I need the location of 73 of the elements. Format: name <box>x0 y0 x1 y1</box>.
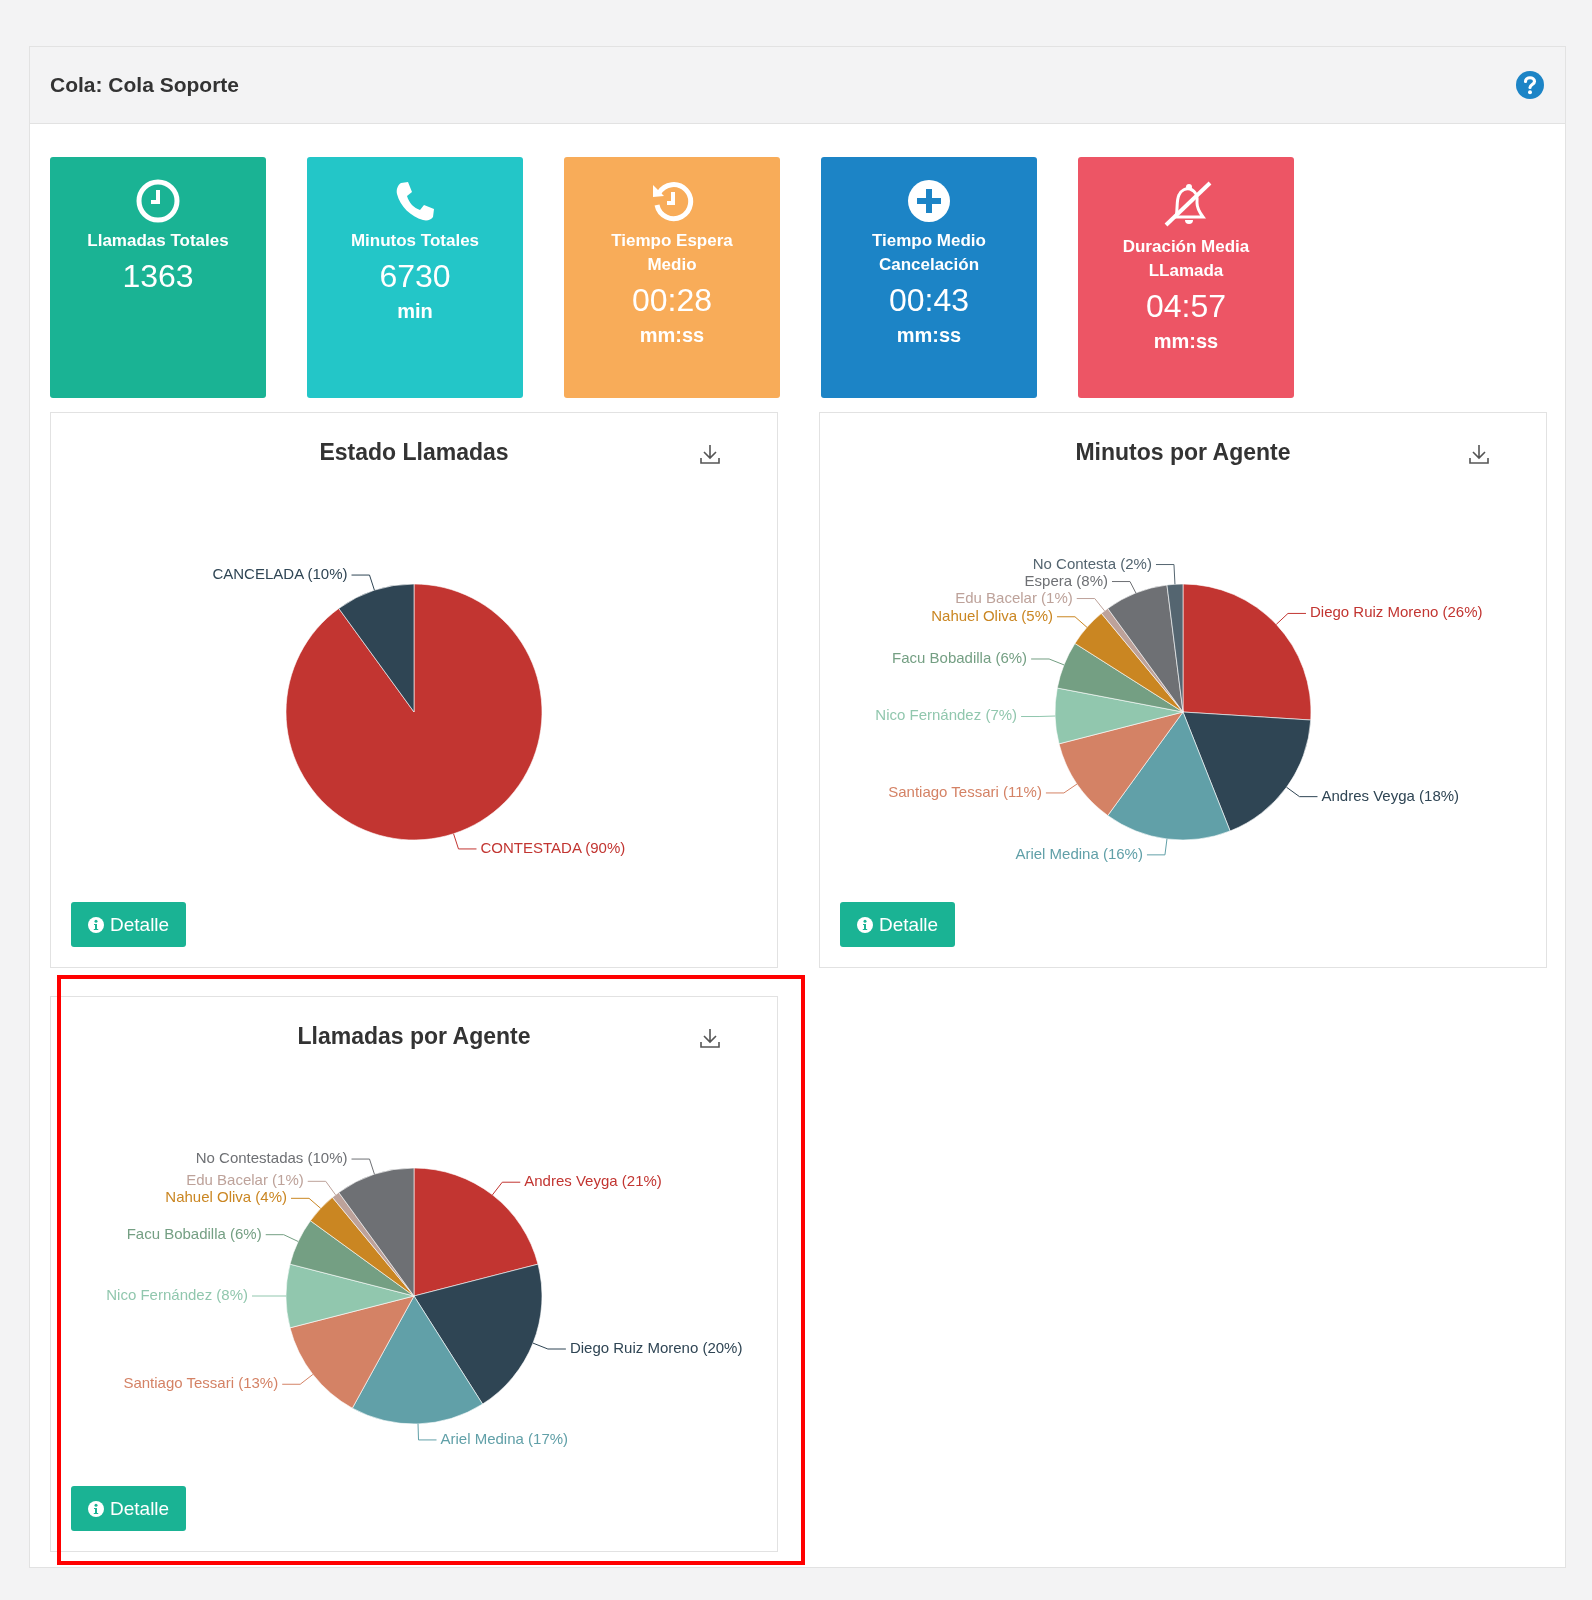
leader-line <box>1056 616 1088 628</box>
stat-title: Minutos Totales <box>349 230 481 252</box>
leader-line <box>351 574 375 591</box>
leader-line <box>290 1197 322 1209</box>
leader-line <box>1076 598 1106 612</box>
stat-title: Duración Media LLamada <box>1121 236 1251 282</box>
leader-line <box>1111 581 1137 594</box>
clock-icon <box>136 179 180 223</box>
leader-line <box>1146 838 1168 856</box>
leader-line <box>491 1181 521 1196</box>
leader-line <box>307 1180 337 1196</box>
leader-line <box>351 1158 375 1175</box>
download-icon[interactable] <box>699 1027 721 1049</box>
download-icon[interactable] <box>1468 443 1490 465</box>
slice-label: Facu Bobadilla (6%) <box>126 1224 262 1242</box>
panel-title: Cola: Cola Soporte <box>50 73 239 97</box>
leader-line <box>1045 783 1078 794</box>
chart-title: Minutos por Agente <box>1075 438 1291 466</box>
slice-label: Santiago Tessari (11%) <box>888 782 1042 800</box>
stat-value: 04:57 <box>1145 287 1227 326</box>
stat-title: Tiempo Espera Medio <box>610 230 734 276</box>
stat-unit: mm:ss <box>1153 329 1219 354</box>
leader-line <box>1155 564 1176 585</box>
stat-value: 00:28 <box>631 281 713 320</box>
detail-button[interactable]: Detalle <box>840 902 956 947</box>
leader-line <box>532 1342 567 1350</box>
slice-label: Edu Bacelar (1%) <box>186 1171 304 1189</box>
slice-label: Nahuel Oliva (4%) <box>165 1188 288 1206</box>
slice-label: Edu Bacelar (1%) <box>955 588 1073 606</box>
chart-title: Llamadas por Agente <box>297 1022 531 1050</box>
stat-unit: mm:ss <box>639 323 705 348</box>
leader-line <box>453 833 477 850</box>
info-icon <box>88 1500 104 1517</box>
leader-line <box>417 1423 437 1441</box>
slice-label: Ariel Medina (17%) <box>440 1429 569 1447</box>
info-icon <box>88 916 104 933</box>
slice-label: Santiago Tessari (13%) <box>123 1374 279 1392</box>
detail-button[interactable]: Detalle <box>71 902 187 947</box>
slice-label: Espera (8%) <box>1024 571 1108 589</box>
slice-label: No Contesta (2%) <box>1032 554 1152 572</box>
slice-label: Ariel Medina (16%) <box>1015 844 1143 862</box>
stat-unit: min <box>397 299 433 324</box>
slice-label: Diego Ruiz Moreno (26%) <box>1309 603 1483 621</box>
slice-label: CONTESTADA (90%) <box>480 838 626 856</box>
plus-circle-icon <box>907 179 951 223</box>
info-icon <box>857 916 873 933</box>
stat-title: Tiempo Medio Cancelación <box>871 230 987 276</box>
detail-button[interactable]: Detalle <box>71 1486 187 1531</box>
stat-value: 00:43 <box>888 281 970 320</box>
slice-label: Nico Fernández (8%) <box>106 1285 248 1303</box>
leader-line <box>1020 715 1056 717</box>
leader-line <box>1275 612 1307 625</box>
slice-label: Andres Veyga (18%) <box>1321 786 1460 804</box>
stat-value: 1363 <box>122 257 194 296</box>
slice-label: Facu Bobadilla (6%) <box>892 648 1028 666</box>
slice-label: CANCELADA (10%) <box>212 565 348 582</box>
leader-line <box>1030 658 1065 666</box>
slice-label: Andres Veyga (21%) <box>524 1172 662 1190</box>
stat-value: 6730 <box>379 257 451 296</box>
chart-title: Estado Llamadas <box>319 438 509 466</box>
stat-title: Llamadas Totales <box>86 230 230 252</box>
leader-line <box>1286 786 1318 798</box>
slice-label: Nahuel Oliva (5%) <box>931 606 1053 624</box>
leader-line <box>251 1295 287 1297</box>
stat-unit: mm:ss <box>896 323 962 348</box>
history-icon <box>650 179 694 223</box>
download-icon[interactable] <box>699 443 721 465</box>
slice-label: Nico Fernández (7%) <box>875 706 1018 724</box>
leader-line <box>281 1373 314 1385</box>
leader-line <box>265 1234 299 1242</box>
help-icon[interactable] <box>1515 70 1545 100</box>
slice-label: Diego Ruiz Moreno (20%) <box>569 1339 743 1356</box>
slice-label: No Contestadas (10%) <box>195 1149 348 1166</box>
